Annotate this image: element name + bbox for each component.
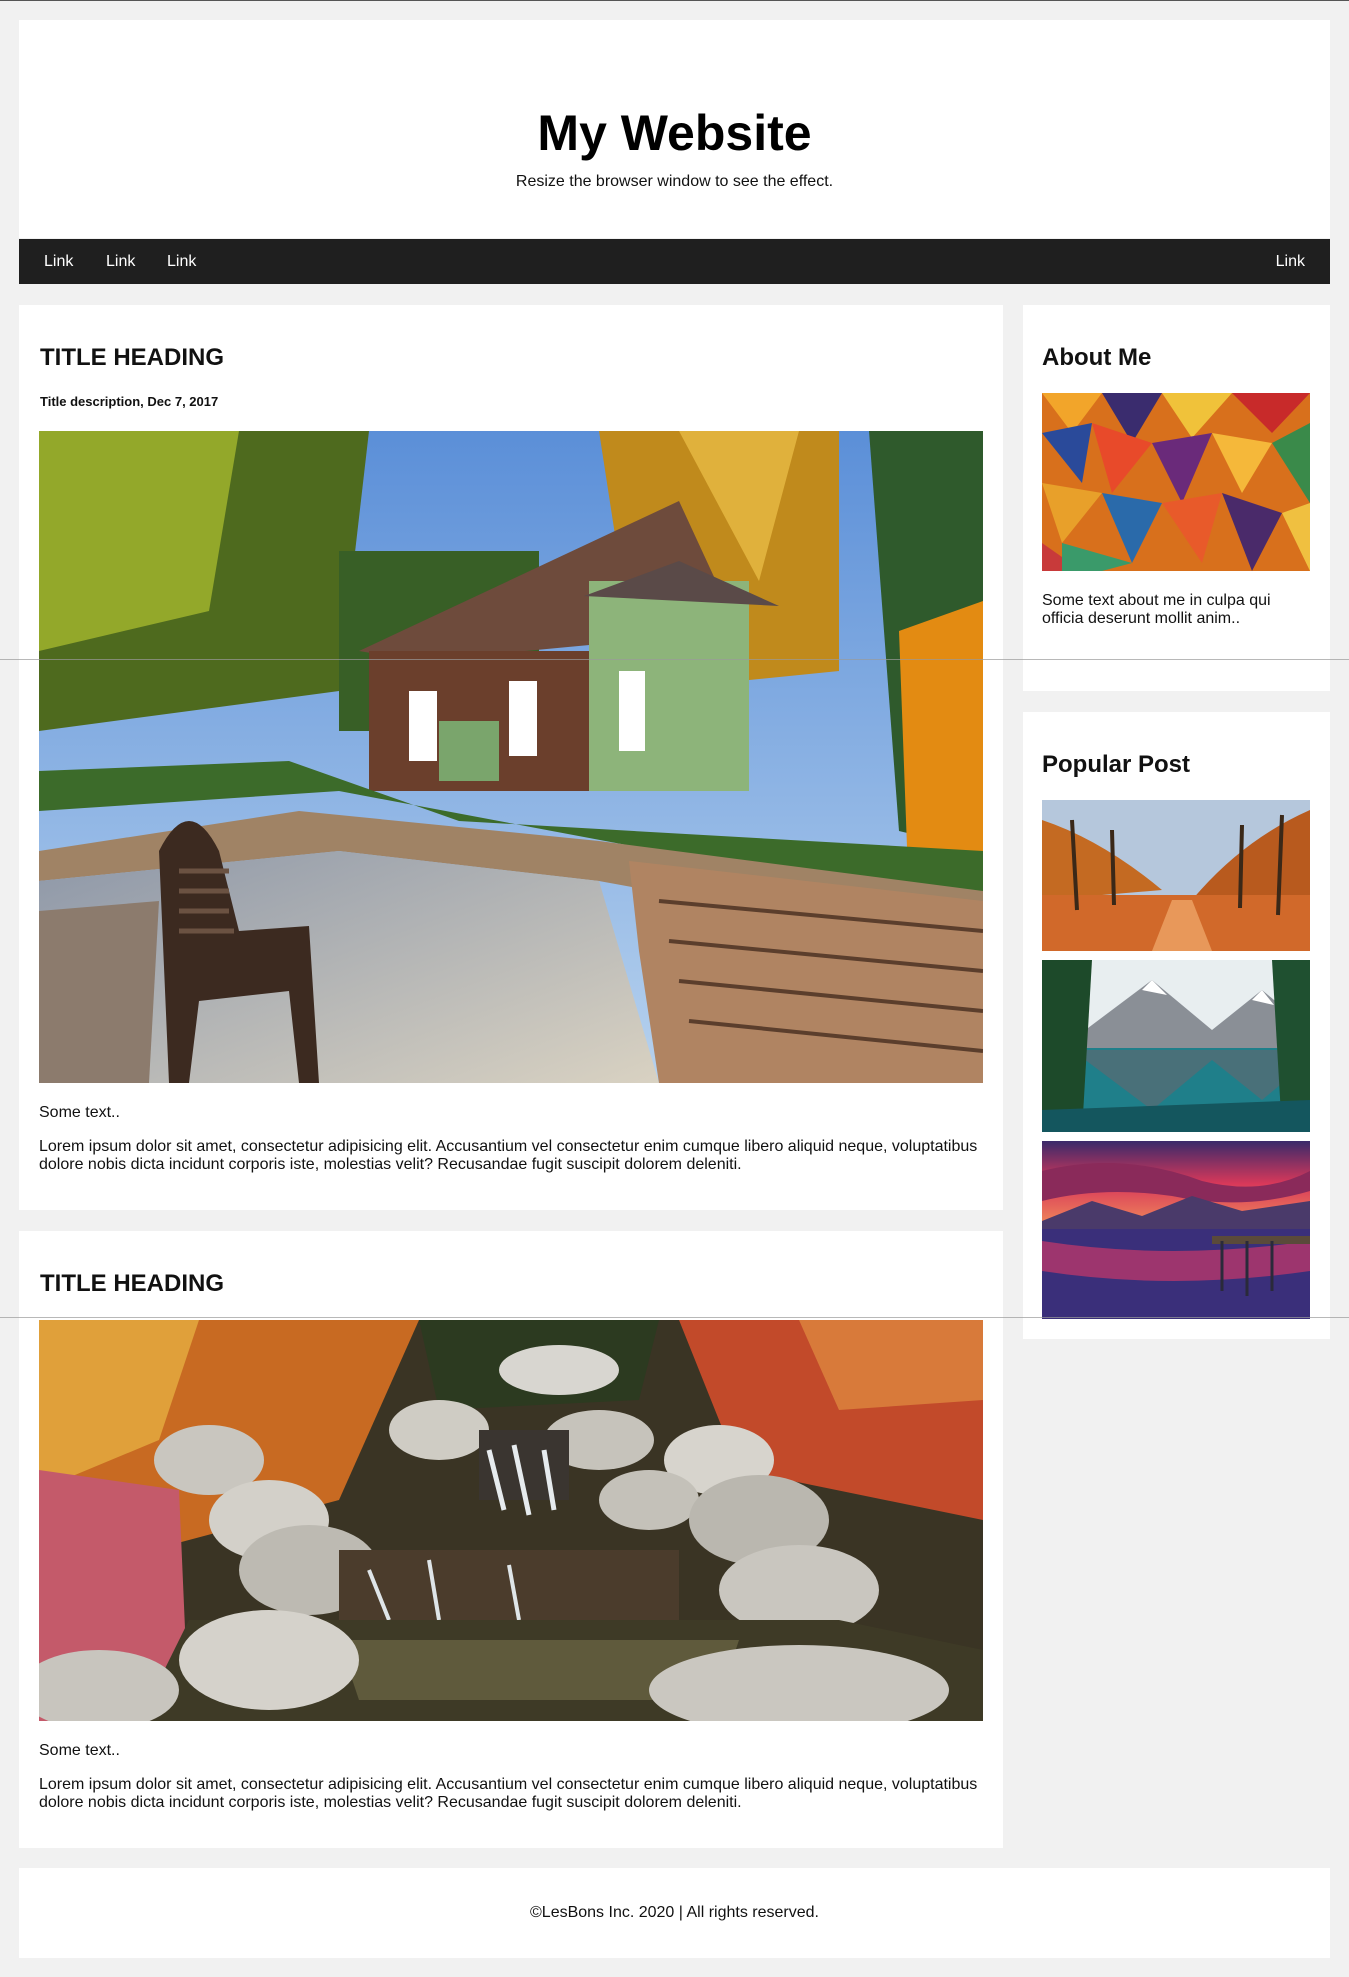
- footer-copyright: ©LesBons Inc. 2020 | All rights reserved…: [530, 1904, 819, 1921]
- render-artifact-line: [0, 659, 1349, 660]
- sunset-lake-photo[interactable]: [1042, 1141, 1310, 1319]
- top-navbar: Link Link Link Link: [19, 239, 1330, 284]
- top-border: [0, 0, 1349, 1]
- about-card: About Me Some text about me in culpa qui…: [1023, 305, 1330, 691]
- post-title: TITLE HEADING: [40, 344, 224, 371]
- about-text: Some text about me in culpa qui officia …: [1042, 592, 1271, 627]
- post-body: Lorem ipsum dolor sit amet, consectetur …: [39, 1776, 978, 1811]
- post-card-2: TITLE HEADING Some text.. Lorem ipsum do…: [19, 1231, 1003, 1848]
- autumn-trees-photo[interactable]: [1042, 800, 1310, 951]
- popular-post-card: Popular Post: [1023, 712, 1330, 1339]
- site-title: My Website: [537, 105, 812, 161]
- post-title: TITLE HEADING: [40, 1270, 224, 1297]
- post-card-1: TITLE HEADING Title description, Dec 7, …: [19, 305, 1003, 1210]
- mountain-lake-photo[interactable]: [1042, 960, 1310, 1132]
- post-body: Lorem ipsum dolor sit amet, consectetur …: [39, 1138, 978, 1173]
- nav-link-1[interactable]: Link: [29, 239, 88, 284]
- nav-link-3[interactable]: Link: [152, 239, 211, 284]
- about-title: About Me: [1042, 344, 1152, 371]
- nav-link-right[interactable]: Link: [1261, 239, 1320, 284]
- popular-post-title: Popular Post: [1042, 751, 1191, 778]
- site-subtitle: Resize the browser window to see the eff…: [515, 173, 834, 190]
- site-footer: ©LesBons Inc. 2020 | All rights reserved…: [19, 1868, 1330, 1958]
- nav-link-2[interactable]: Link: [91, 239, 150, 284]
- cabin-garden-photo: [39, 431, 983, 1083]
- waterfall-rocks-photo: [39, 1320, 983, 1721]
- abstract-mosaic-photo: [1042, 393, 1310, 571]
- post-description: Title description, Dec 7, 2017: [40, 394, 219, 409]
- site-header: My Website Resize the browser window to …: [19, 20, 1330, 238]
- post-lead: Some text..: [39, 1104, 120, 1121]
- post-lead: Some text..: [39, 1742, 120, 1759]
- render-artifact-line: [0, 1317, 1349, 1318]
